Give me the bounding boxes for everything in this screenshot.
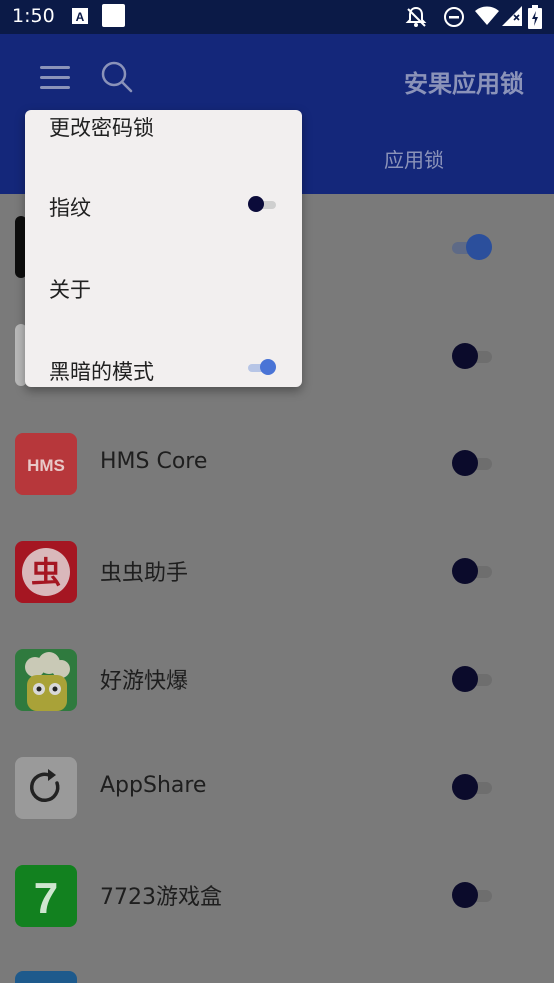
lock-toggle[interactable] xyxy=(448,774,498,800)
status-bar: 1:50 A xyxy=(0,0,554,34)
dark-mode-toggle[interactable] xyxy=(246,359,276,375)
tab-app-lock[interactable]: 应用锁 xyxy=(384,144,444,173)
fingerprint-toggle[interactable] xyxy=(248,196,278,212)
notification-off-icon xyxy=(405,6,427,32)
menu-item-change-password[interactable]: 更改密码锁 xyxy=(49,112,154,142)
app-name: 虫虫助手 xyxy=(100,561,189,586)
white-square-icon xyxy=(102,4,126,32)
wifi-icon xyxy=(475,6,499,30)
app-title: 安果应用锁 xyxy=(404,70,524,98)
list-item[interactable]: HMS HMS Core xyxy=(0,410,554,518)
svg-text:虫: 虫 xyxy=(31,556,61,591)
list-item[interactable]: 虫 虫虫助手 xyxy=(0,518,554,626)
app-name: 7723游戏盒 xyxy=(100,885,222,910)
lock-toggle[interactable] xyxy=(448,450,498,476)
menu-item-fingerprint[interactable]: 指纹 xyxy=(49,192,91,222)
do-not-disturb-icon xyxy=(443,6,465,32)
app-name: AppShare xyxy=(100,773,207,798)
lock-toggle[interactable] xyxy=(448,882,498,908)
list-item[interactable]: 好游快爆 xyxy=(0,626,554,734)
chongchong-icon: 虫 xyxy=(15,541,77,603)
hamburger-menu-icon[interactable] xyxy=(40,64,72,92)
hms-core-icon: HMS xyxy=(15,433,77,495)
lock-toggle[interactable] xyxy=(448,666,498,692)
lock-toggle[interactable] xyxy=(448,558,498,584)
app-name: 好游快爆 xyxy=(100,669,189,694)
svg-text:7: 7 xyxy=(34,874,58,923)
7723-icon: 7 xyxy=(15,865,77,927)
search-icon[interactable] xyxy=(100,60,134,94)
menu-item-dark-mode[interactable]: 黑暗的模式 xyxy=(49,356,154,386)
list-item[interactable]: 7 7723游戏盒 xyxy=(0,842,554,950)
list-item[interactable]: AppShare xyxy=(0,734,554,842)
lock-toggle[interactable] xyxy=(448,343,498,369)
keyboard-a-icon: A xyxy=(72,6,88,30)
signal-icon xyxy=(502,6,522,30)
svg-text:HMS: HMS xyxy=(27,456,65,475)
menu-item-about[interactable]: 关于 xyxy=(49,274,91,304)
haoyou-icon xyxy=(15,649,77,711)
app-name: HMS Core xyxy=(100,449,208,474)
appshare-icon xyxy=(15,757,77,819)
svg-text:A: A xyxy=(76,10,85,24)
battery-icon xyxy=(528,5,542,33)
popup-menu: 更改密码锁 指纹 关于 黑暗的模式 xyxy=(25,110,302,387)
lock-toggle[interactable] xyxy=(448,234,498,260)
status-time: 1:50 xyxy=(12,5,55,27)
app-icon xyxy=(15,971,77,983)
